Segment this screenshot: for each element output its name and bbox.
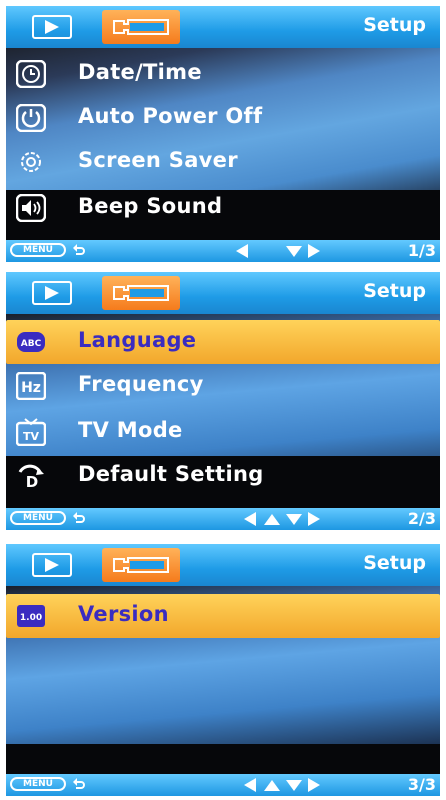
playback-tab[interactable] [32, 281, 72, 305]
menu-item-version[interactable]: 1.00 Version [6, 594, 440, 638]
gear-icon [21, 152, 41, 172]
menu-item-date-time[interactable]: Date/Time [6, 52, 440, 96]
hz-icon: Hz [16, 372, 46, 400]
menu-item-label: Auto Power Off [78, 104, 263, 128]
menu-item-tv-mode[interactable]: TV TV Mode [6, 410, 440, 454]
menu-button[interactable]: MENU [10, 511, 66, 525]
menu-item-label: Date/Time [78, 60, 202, 84]
clock-icon [16, 60, 46, 88]
play-icon [45, 286, 59, 300]
power-icon [16, 104, 46, 132]
menu-item-label: Frequency [78, 372, 204, 396]
version-icon: 1.00 [17, 605, 45, 627]
wrench-icon [113, 557, 169, 573]
header-title: Setup [363, 280, 426, 302]
menu-item-label: Version [78, 602, 169, 626]
setup-tab[interactable] [102, 10, 180, 44]
wrench-icon [113, 285, 169, 301]
navigation-arrows-icon[interactable] [234, 777, 326, 793]
wrench-icon [113, 19, 169, 35]
header-bar: Setup [6, 272, 440, 314]
navigation-arrows-icon[interactable] [234, 243, 326, 259]
default-setting-icon: D [18, 464, 44, 490]
background-band [6, 744, 440, 774]
page-indicator: 1/3 [407, 241, 436, 260]
menu-item-beep-sound[interactable]: Beep Sound [6, 186, 440, 230]
menu-item-label: Screen Saver [78, 148, 238, 172]
svg-text:Hz: Hz [21, 380, 41, 396]
svg-text:TV: TV [23, 430, 40, 443]
setup-screen-page-3: Setup 1.00 Version MENU 3/3 [6, 544, 440, 796]
tv-icon: TV [16, 418, 46, 446]
menu-item-auto-power-off[interactable]: Auto Power Off [6, 96, 440, 140]
header-bar: Setup [6, 6, 440, 48]
menu-button[interactable]: MENU [10, 243, 66, 257]
svg-text:ABC: ABC [21, 339, 42, 349]
playback-tab[interactable] [32, 15, 72, 39]
footer-bar: MENU 2/3 [6, 508, 440, 530]
setup-tab[interactable] [102, 548, 180, 582]
navigation-arrows-icon[interactable] [234, 511, 326, 527]
menu-item-label: Beep Sound [78, 194, 223, 218]
back-arrow-icon[interactable] [72, 243, 86, 257]
setup-tab[interactable] [102, 276, 180, 310]
menu-button[interactable]: MENU [10, 777, 66, 791]
abc-icon: ABC [17, 332, 45, 352]
page-indicator: 2/3 [407, 509, 436, 528]
menu-item-language[interactable]: ABC Language [6, 320, 440, 364]
back-arrow-icon[interactable] [72, 777, 86, 791]
menu-item-label: TV Mode [78, 418, 183, 442]
header-bar: Setup [6, 544, 440, 586]
menu-item-label: Language [78, 328, 197, 352]
version-icon-text: 1.00 [20, 613, 42, 623]
setup-screen-page-1: Setup Date/Time Auto Power Off Screen Sa… [6, 6, 440, 262]
setup-screen-page-2: Setup ABC Language Hz Frequency TV TV Mo… [6, 272, 440, 530]
footer-bar: MENU 1/3 [6, 240, 440, 262]
menu-item-label: Default Setting [78, 462, 264, 486]
playback-tab[interactable] [32, 553, 72, 577]
svg-text:D: D [26, 473, 38, 490]
speaker-icon [16, 194, 46, 222]
back-arrow-icon[interactable] [72, 511, 86, 525]
menu-item-frequency[interactable]: Hz Frequency [6, 364, 440, 408]
menu-item-default-setting[interactable]: D Default Setting [6, 454, 440, 498]
page-indicator: 3/3 [407, 775, 436, 794]
footer-bar: MENU 3/3 [6, 774, 440, 796]
header-title: Setup [363, 552, 426, 574]
header-title: Setup [363, 14, 426, 36]
play-icon [45, 558, 59, 572]
play-icon [45, 20, 59, 34]
menu-item-screen-saver[interactable]: Screen Saver [6, 140, 440, 184]
